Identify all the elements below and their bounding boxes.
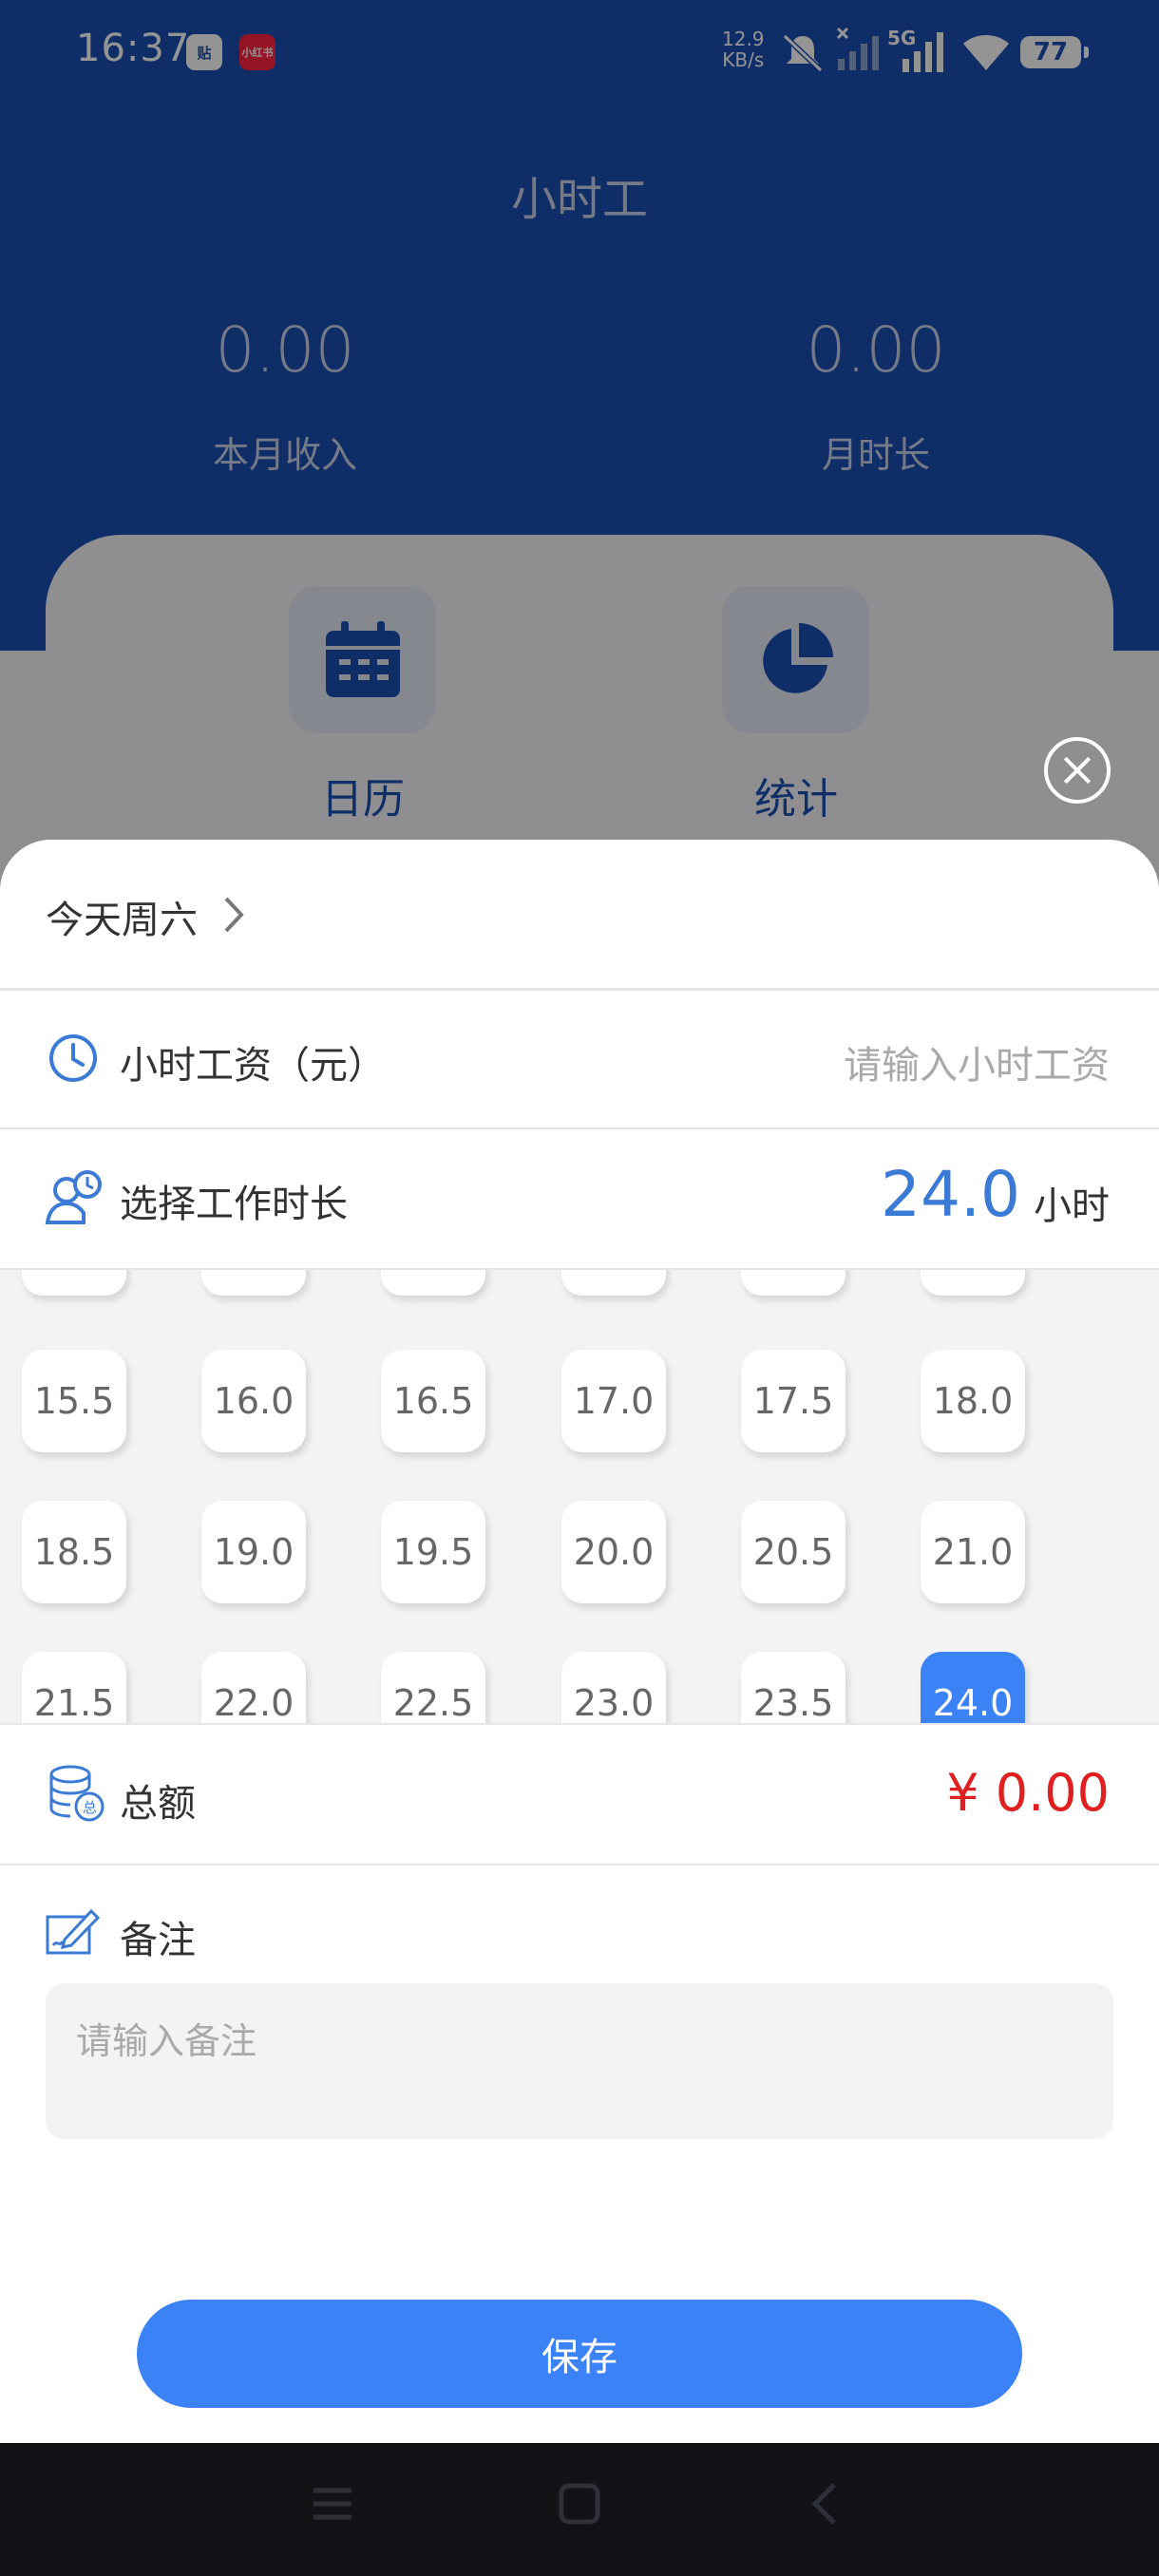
note-label: 备注 <box>120 1919 196 1962</box>
work-duration-value: 24.0 <box>881 1158 1020 1231</box>
hourly-wage-row[interactable]: 小时工资（元） 请输入小时工资 <box>0 991 1159 1129</box>
hour-option[interactable]: 13.0 <box>201 1270 306 1296</box>
hourly-wage-input[interactable]: 请输入小时工资 <box>844 1034 1110 1089</box>
hour-option[interactable]: 22.5 <box>381 1652 485 1723</box>
hour-option[interactable]: 17.0 <box>561 1350 666 1452</box>
save-button[interactable]: 保存 <box>137 2300 1022 2408</box>
hour-option[interactable]: 21.0 <box>921 1501 1025 1603</box>
hour-option[interactable]: 19.0 <box>201 1501 306 1603</box>
hour-option[interactable]: 12.5 <box>22 1270 126 1296</box>
hour-option[interactable]: 23.0 <box>561 1652 666 1723</box>
menu-icon[interactable] <box>310 2481 355 2527</box>
system-navigation-bar <box>0 2443 1159 2576</box>
entry-sheet: 今天周六 小时工资（元） 请输入小时工资 选择工作时长 24.0 小时 12.5… <box>0 840 1159 2443</box>
total-row: 总 总额 ¥ 0.00 <box>0 1725 1159 1866</box>
hour-option[interactable]: 15.0 <box>921 1270 1025 1296</box>
home-icon[interactable] <box>557 2481 602 2527</box>
total-amount: ¥ 0.00 <box>946 1763 1110 1823</box>
hour-option[interactable]: 21.5 <box>22 1652 126 1723</box>
hour-option[interactable]: 24.0 <box>921 1652 1025 1723</box>
hour-option[interactable]: 20.0 <box>561 1501 666 1603</box>
back-icon[interactable] <box>804 2481 849 2527</box>
hour-selector-grid[interactable]: 12.5 13.0 13.5 14.0 14.5 15.0 15.5 16.0 16.5 17.0… <box>0 1270 1159 1725</box>
close-icon[interactable] <box>1044 737 1111 804</box>
date-row[interactable]: 今天周六 <box>0 840 1159 991</box>
hour-option[interactable]: 16.5 <box>381 1350 485 1452</box>
clock-icon <box>49 1034 97 1082</box>
user-clock-icon <box>45 1170 102 1224</box>
hour-option[interactable]: 19.5 <box>381 1501 485 1603</box>
note-textarea[interactable]: 请输入备注 <box>46 1983 1113 2139</box>
hour-option[interactable]: 17.5 <box>741 1350 846 1452</box>
hour-option[interactable]: 13.5 <box>381 1270 485 1296</box>
total-label: 总额 <box>120 1782 196 1826</box>
note-placeholder: 请输入备注 <box>76 2020 257 2062</box>
hour-option[interactable]: 14.5 <box>741 1270 846 1296</box>
coins-icon: 总 <box>49 1765 104 1822</box>
svg-text:总: 总 <box>83 1799 97 1816</box>
chevron-right-icon <box>224 897 244 933</box>
date-label: 今天周六 <box>46 899 198 942</box>
edit-note-icon <box>46 1908 101 1955</box>
hour-option[interactable]: 18.0 <box>921 1350 1025 1452</box>
hour-option[interactable]: 16.0 <box>201 1350 306 1452</box>
hourly-wage-label: 小时工资（元） <box>120 1044 386 1088</box>
hour-option[interactable]: 20.5 <box>741 1501 846 1603</box>
work-duration-label: 选择工作时长 <box>120 1183 348 1226</box>
hour-option[interactable]: 18.5 <box>22 1501 126 1603</box>
hour-option[interactable]: 15.5 <box>22 1350 126 1452</box>
hour-option[interactable]: 22.0 <box>201 1652 306 1723</box>
work-duration-row: 选择工作时长 24.0 小时 <box>0 1129 1159 1270</box>
hour-option[interactable]: 14.0 <box>561 1270 666 1296</box>
hour-option[interactable]: 23.5 <box>741 1652 846 1723</box>
work-duration-unit: 小时 <box>1034 1184 1110 1228</box>
